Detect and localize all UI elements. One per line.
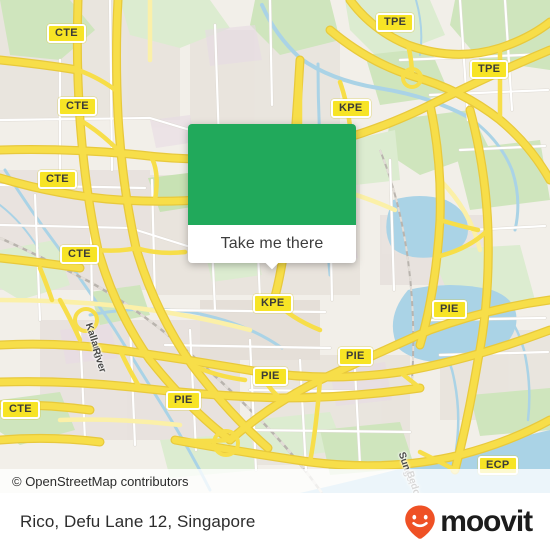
location-title: Rico, Defu Lane 12, Singapore [20,511,256,531]
highway-shield-cte: CTE [47,24,86,43]
location-popup-card[interactable]: Take me there [188,124,356,270]
openstreetmap-attribution[interactable]: © OpenStreetMap contributors [0,474,189,489]
highway-shield-pie: PIE [166,391,201,410]
popup-image-placeholder [188,124,356,225]
moovit-pin-icon [405,505,436,539]
highway-shield-cte: CTE [38,170,77,189]
footer-bar: Rico, Defu Lane 12, Singapore moovit [0,493,550,550]
map-canvas[interactable]: .land { fill:#f2efe9; } .green { fill:#c… [0,0,550,493]
highway-shield-pie: PIE [432,300,467,319]
highway-shield-tpe: TPE [470,60,509,79]
highway-shield-pie: PIE [253,367,288,386]
highway-shield-cte: CTE [60,245,99,264]
highway-shield-cte: CTE [1,400,40,419]
highway-shield-cte: CTE [58,97,97,116]
moovit-logo[interactable]: moovit [403,504,533,540]
moovit-wordmark: moovit [440,505,533,538]
highway-shield-kpe: KPE [253,294,293,313]
moovit-map-screenshot: .land { fill:#f2efe9; } .green { fill:#c… [0,0,550,550]
highway-shield-kpe: KPE [331,99,371,118]
highway-shield-tpe: TPE [376,13,415,32]
map-attribution-bar: © OpenStreetMap contributors [0,469,550,493]
highway-shield-pie: PIE [338,347,373,366]
